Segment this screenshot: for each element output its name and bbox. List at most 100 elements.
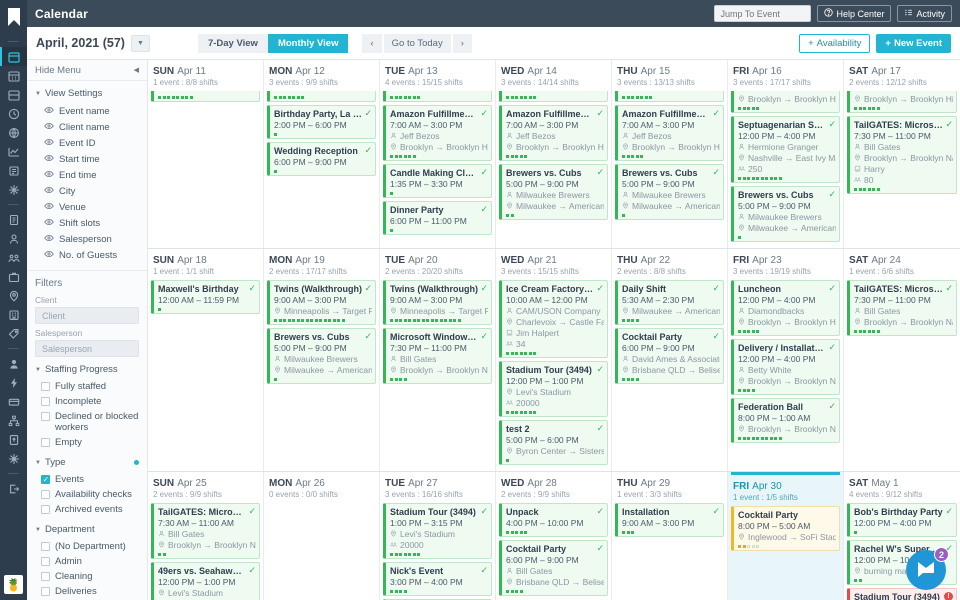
shift-slot[interactable]	[631, 378, 634, 381]
month-picker-caret[interactable]: ▼	[131, 35, 150, 52]
calendar-day-cell[interactable]: SUN Apr 181 event : 1/1 shift✓Maxwell's …	[148, 249, 264, 471]
shift-slot[interactable]	[301, 96, 304, 99]
shift-slot[interactable]	[877, 188, 880, 191]
calendar-day-cell[interactable]: SAT Apr 241 event : 6/6 shifts✓TailGATES…	[844, 249, 960, 471]
shift-slot[interactable]	[163, 96, 166, 99]
shift-slot[interactable]	[288, 96, 291, 99]
shift-slot[interactable]	[743, 107, 746, 110]
view-setting-city[interactable]: City	[27, 183, 147, 199]
calendar-event[interactable]: ✓Amazon Fulfillment Cent...7:00 AM – 3:0…	[615, 105, 724, 161]
shift-slot[interactable]	[413, 155, 416, 158]
shift-slot[interactable]	[292, 96, 295, 99]
shift-slot[interactable]	[636, 96, 639, 99]
shift-slot[interactable]	[422, 319, 425, 322]
calendar-event[interactable]: ✓Ice Cream Factory Tour10:00 AM – 12:00 …	[499, 280, 608, 358]
calendar-day-cell[interactable]: THU Apr 222 events : 8/8 shifts✓Daily Sh…	[612, 249, 728, 471]
shift-slot[interactable]	[524, 155, 527, 158]
shift-slot[interactable]	[511, 96, 514, 99]
type-filter-events[interactable]: Events	[27, 472, 147, 487]
department-filter-deliveries[interactable]: Deliveries	[27, 584, 147, 599]
calendar-event[interactable]: ✓Cocktail Party6:00 PM – 9:00 PMBill Gat…	[499, 540, 608, 596]
shift-slot[interactable]	[506, 214, 509, 217]
shift-slot[interactable]	[752, 545, 755, 548]
shift-slot[interactable]	[631, 155, 634, 158]
view-setting-start-time[interactable]: Start time	[27, 151, 147, 167]
calendar-event[interactable]: ✓Cocktail Party6:00 PM – 9:00 PMDavid Am…	[615, 328, 724, 384]
type-section-header[interactable]: ▼ Type	[27, 450, 147, 472]
chat-widget-button[interactable]: 2	[906, 550, 946, 590]
shift-slot[interactable]	[506, 531, 509, 534]
shift-slot[interactable]	[395, 378, 398, 381]
help-center-button[interactable]: Help Center	[817, 5, 891, 22]
shift-slot[interactable]	[533, 352, 536, 355]
shift-slot[interactable]	[292, 319, 295, 322]
calendar-day-cell[interactable]: FRI Apr 163 events : 17/17 shiftsBrookly…	[728, 60, 844, 248]
shift-slot[interactable]	[404, 319, 407, 322]
shift-slot[interactable]	[506, 155, 509, 158]
shift-slot[interactable]	[520, 352, 523, 355]
shift-slot[interactable]	[622, 531, 625, 534]
shift-slot[interactable]	[877, 107, 880, 110]
calendar-day-cell[interactable]: SAT Apr 172 events : 12/12 shiftsBrookly…	[844, 60, 960, 248]
rail-item-venues[interactable]	[0, 305, 27, 324]
shift-slot[interactable]	[756, 107, 759, 110]
shift-slot[interactable]	[854, 107, 857, 110]
view-setting-client-name[interactable]: Client name	[27, 119, 147, 135]
calendar-event[interactable]: ✓Federation Ball8:00 PM – 1:00 AMBrookly…	[731, 398, 840, 443]
shift-slot[interactable]	[506, 459, 509, 462]
shift-slot[interactable]	[520, 96, 523, 99]
calendar-day-cell[interactable]: TUE Apr 134 events : 15/15 shifts✓Amazon…	[380, 60, 496, 248]
shift-slot[interactable]	[645, 96, 648, 99]
shift-slot[interactable]	[636, 319, 639, 322]
department-filter-cleaning[interactable]: Cleaning	[27, 569, 147, 584]
shift-slot[interactable]	[449, 319, 452, 322]
shift-slot[interactable]	[631, 531, 634, 534]
shift-slot[interactable]	[774, 177, 777, 180]
shift-slot[interactable]	[872, 188, 875, 191]
department-filter-admin[interactable]: Admin	[27, 554, 147, 569]
calendar-event[interactable]: ✓Birthday Party, La Vie2:00 PM – 6:00 PM	[267, 105, 376, 139]
shift-slot[interactable]	[529, 352, 532, 355]
calendar-event[interactable]: ✓Dinner Party6:00 PM – 11:00 PM	[383, 201, 492, 235]
shift-slot[interactable]	[399, 96, 402, 99]
shift-slot[interactable]	[515, 531, 518, 534]
shift-slot[interactable]	[337, 319, 340, 322]
calendar-event[interactable]: ✓TailGATES: Microsoft Style7:30 PM – 11:…	[847, 280, 957, 336]
shift-slot[interactable]	[163, 553, 166, 556]
shift-slot[interactable]	[390, 378, 393, 381]
shift-slot[interactable]	[288, 319, 291, 322]
shift-slot[interactable]	[524, 352, 527, 355]
shift-slot[interactable]	[877, 330, 880, 333]
calendar-event[interactable]: ✓Twins (Walkthrough)9:00 AM – 3:00 PMMin…	[267, 280, 376, 325]
shift-slot[interactable]	[413, 553, 416, 556]
checkbox[interactable]	[41, 542, 50, 551]
checkbox[interactable]	[41, 572, 50, 581]
shift-slot[interactable]	[627, 319, 630, 322]
shift-slot[interactable]	[413, 319, 416, 322]
shift-slot[interactable]	[747, 177, 750, 180]
shift-slot[interactable]	[283, 319, 286, 322]
department-filter-no-department[interactable]: (No Department)	[27, 539, 147, 554]
checkbox[interactable]	[41, 438, 50, 447]
shift-slot[interactable]	[158, 553, 161, 556]
shift-slot[interactable]	[399, 319, 402, 322]
rail-item-worker[interactable]	[0, 229, 27, 248]
checkbox[interactable]	[41, 382, 50, 391]
checkbox[interactable]	[41, 412, 50, 421]
shift-slot[interactable]	[279, 319, 282, 322]
shift-slot[interactable]	[747, 107, 750, 110]
shift-slot[interactable]	[627, 96, 630, 99]
rail-item-events[interactable]	[0, 85, 27, 104]
calendar-event[interactable]: ✓Wedding Reception6:00 PM – 9:00 PM	[267, 142, 376, 176]
shift-slot[interactable]	[283, 96, 286, 99]
calendar-event[interactable]: ✓Daily Shift5:30 AM – 2:30 PMMilwaukee →…	[615, 280, 724, 325]
hide-menu-button[interactable]: Hide Menu ◀	[27, 60, 147, 81]
shift-slot[interactable]	[640, 155, 643, 158]
rail-item-clients[interactable]	[0, 267, 27, 286]
calendar-event[interactable]: Brooklyn → Brooklyn Historic	[847, 91, 957, 113]
calendar-event[interactable]: Cocktail Party8:00 PM – 5:00 AMInglewood…	[731, 506, 840, 551]
shift-slot[interactable]	[185, 96, 188, 99]
calendar-event[interactable]: !Stadium Tour (3494)1:00 PM – 3:15 PM	[847, 588, 957, 600]
checkbox[interactable]	[41, 475, 50, 484]
shift-slot[interactable]	[738, 236, 741, 239]
